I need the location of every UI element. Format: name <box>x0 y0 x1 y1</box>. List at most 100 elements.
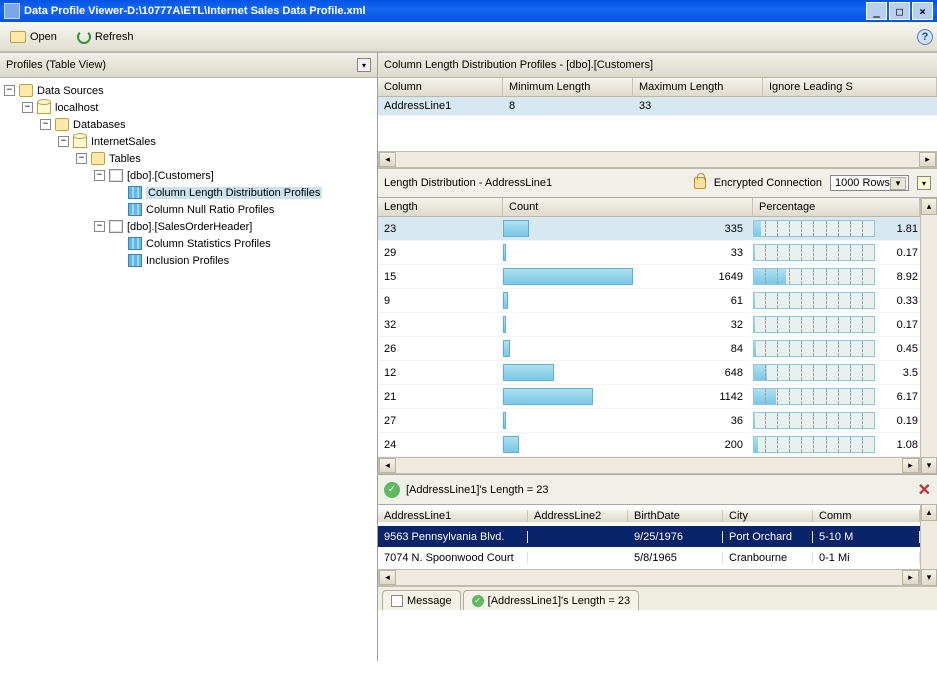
folder-icon <box>91 152 105 165</box>
tab-message[interactable]: Message <box>382 590 461 610</box>
cell-length: 29 <box>378 247 503 259</box>
collapse-icon[interactable]: − <box>22 102 33 113</box>
tree-node-databases[interactable]: − Databases <box>4 116 373 133</box>
cell-length: 21 <box>378 391 503 403</box>
rows-dropdown[interactable]: 1000 Rows <box>830 175 909 191</box>
distribution-row[interactable]: 27360.19 <box>378 409 920 433</box>
tree-node-localhost[interactable]: −localhost <box>4 99 373 116</box>
collapse-icon[interactable]: − <box>4 85 15 96</box>
scroll-down-icon[interactable]: ▾ <box>921 457 937 474</box>
col-header-birthdate[interactable]: BirthDate <box>628 510 723 522</box>
tree-node-data-sources[interactable]: −Data Sources <box>4 82 373 99</box>
maximize-button[interactable]: □ <box>889 2 910 20</box>
tree-view[interactable]: −Data Sources −localhost −Databases −Int… <box>0 78 377 661</box>
profile-icon <box>128 237 142 250</box>
folder-icon <box>55 118 69 131</box>
col-header-ignore[interactable]: Ignore Leading S <box>763 78 937 96</box>
distribution-row[interactable]: 29330.17 <box>378 241 920 265</box>
tree-node-col-null-ratio[interactable]: Column Null Ratio Profiles <box>4 201 373 218</box>
vertical-scrollbar[interactable]: ▴ ▾ <box>920 198 937 474</box>
cell-pct-bar <box>753 244 878 261</box>
cell-pct-bar <box>753 220 878 237</box>
tree-node-col-length-dist[interactable]: Column Length Distribution Profiles <box>4 184 373 201</box>
col-header-city[interactable]: City <box>723 510 813 522</box>
distribution-row[interactable]: 242001.08 <box>378 433 920 457</box>
collapse-icon[interactable]: − <box>40 119 51 130</box>
col-header-addressline1[interactable]: AddressLine1 <box>378 510 528 522</box>
cell-city: Port Orchard <box>723 531 813 543</box>
open-label: Open <box>30 31 57 43</box>
node-label: Column Null Ratio Profiles <box>146 204 274 216</box>
detail-row[interactable]: 9563 Pennsylvania Blvd.9/25/1976Port Orc… <box>378 526 920 547</box>
cell-length: 26 <box>378 343 503 355</box>
cell-length: 12 <box>378 367 503 379</box>
tree-node-inclusion[interactable]: Inclusion Profiles <box>4 252 373 269</box>
distribution-row[interactable]: 1516498.92 <box>378 265 920 289</box>
tree-node-salesorderheader[interactable]: − [dbo].[SalesOrderHeader] <box>4 218 373 235</box>
node-label: Inclusion Profiles <box>146 255 229 267</box>
tree-node-customers[interactable]: −[dbo].[Customers] <box>4 167 373 184</box>
cell-count: 648 <box>703 367 753 379</box>
tab-results[interactable]: ✓ [AddressLine1]'s Length = 23 <box>463 590 639 610</box>
distribution-grid[interactable]: Length Count Percentage 233351.8129330.1… <box>378 198 920 474</box>
tree-node-tables[interactable]: −Tables <box>4 150 373 167</box>
tree-node-internetsales[interactable]: −InternetSales <box>4 133 373 150</box>
open-button[interactable]: Open <box>4 29 63 45</box>
distribution-row[interactable]: 126483.5 <box>378 361 920 385</box>
node-label: Databases <box>73 119 126 131</box>
scroll-left-icon[interactable]: ◂ <box>379 458 396 473</box>
grid-header: AddressLine1 AddressLine2 BirthDate City… <box>378 505 920 526</box>
col-header-commute[interactable]: Comm <box>813 510 920 522</box>
horizontal-scrollbar[interactable]: ◂ ▸ <box>378 457 920 474</box>
view-dropdown-button[interactable]: ▾ <box>357 58 371 72</box>
distribution-row[interactable]: 32320.17 <box>378 313 920 337</box>
tree-node-col-statistics[interactable]: Column Statistics Profiles <box>4 235 373 252</box>
detail-row[interactable]: 7074 N. Spoonwood Court5/8/1965Cranbourn… <box>378 547 920 568</box>
cell-pct-bar <box>753 436 878 453</box>
scroll-right-icon[interactable]: ▸ <box>902 458 919 473</box>
close-button[interactable]: × <box>912 2 933 20</box>
distribution-row[interactable]: 26840.45 <box>378 337 920 361</box>
cell-count-bar <box>503 436 703 453</box>
scroll-left-icon[interactable]: ◂ <box>379 152 396 167</box>
distribution-row[interactable]: 233351.81 <box>378 217 920 241</box>
drill-button[interactable]: ▾ <box>917 176 931 190</box>
distribution-row[interactable]: 9610.33 <box>378 289 920 313</box>
close-drilldown-button[interactable]: ✕ <box>918 480 931 500</box>
distribution-row[interactable]: 2111426.17 <box>378 385 920 409</box>
scroll-up-icon[interactable]: ▴ <box>921 504 937 521</box>
server-icon <box>37 101 51 114</box>
col-header-addressline2[interactable]: AddressLine2 <box>528 510 628 522</box>
col-header-min[interactable]: Minimum Length <box>503 78 633 96</box>
col-header-percentage[interactable]: Percentage <box>753 198 920 216</box>
column-summary-grid[interactable]: Column Minimum Length Maximum Length Ign… <box>378 78 937 168</box>
horizontal-scrollbar[interactable]: ◂ ▸ <box>378 569 920 586</box>
folder-icon <box>19 84 33 97</box>
check-icon: ✓ <box>472 595 484 607</box>
grid-row[interactable]: AddressLine1 8 33 <box>378 97 937 116</box>
help-button[interactable]: ? <box>917 29 933 45</box>
collapse-icon[interactable]: − <box>94 170 105 181</box>
profile-icon <box>128 254 142 267</box>
col-header-column[interactable]: Column <box>378 78 503 96</box>
col-header-length[interactable]: Length <box>378 198 503 216</box>
scroll-up-icon[interactable]: ▴ <box>921 198 937 215</box>
col-header-count[interactable]: Count <box>503 198 753 216</box>
scroll-down-icon[interactable]: ▾ <box>921 569 937 586</box>
collapse-icon[interactable]: − <box>94 221 105 232</box>
collapse-icon[interactable]: − <box>58 136 69 147</box>
node-label: [dbo].[SalesOrderHeader] <box>127 221 252 233</box>
scroll-right-icon[interactable]: ▸ <box>919 152 936 167</box>
scroll-right-icon[interactable]: ▸ <box>902 570 919 585</box>
scroll-left-icon[interactable]: ◂ <box>379 570 396 585</box>
cell-length: 9 <box>378 295 503 307</box>
cell-percentage: 8.92 <box>878 271 920 283</box>
minimize-button[interactable]: _ <box>866 2 887 20</box>
refresh-button[interactable]: Refresh <box>71 28 140 46</box>
horizontal-scrollbar[interactable]: ◂ ▸ <box>378 151 937 168</box>
col-header-max[interactable]: Maximum Length <box>633 78 763 96</box>
vertical-scrollbar[interactable]: ▴ ▾ <box>920 504 937 586</box>
collapse-icon[interactable]: − <box>76 153 87 164</box>
detail-grid[interactable]: AddressLine1 AddressLine2 BirthDate City… <box>378 504 920 586</box>
cell-column: AddressLine1 <box>378 97 503 115</box>
